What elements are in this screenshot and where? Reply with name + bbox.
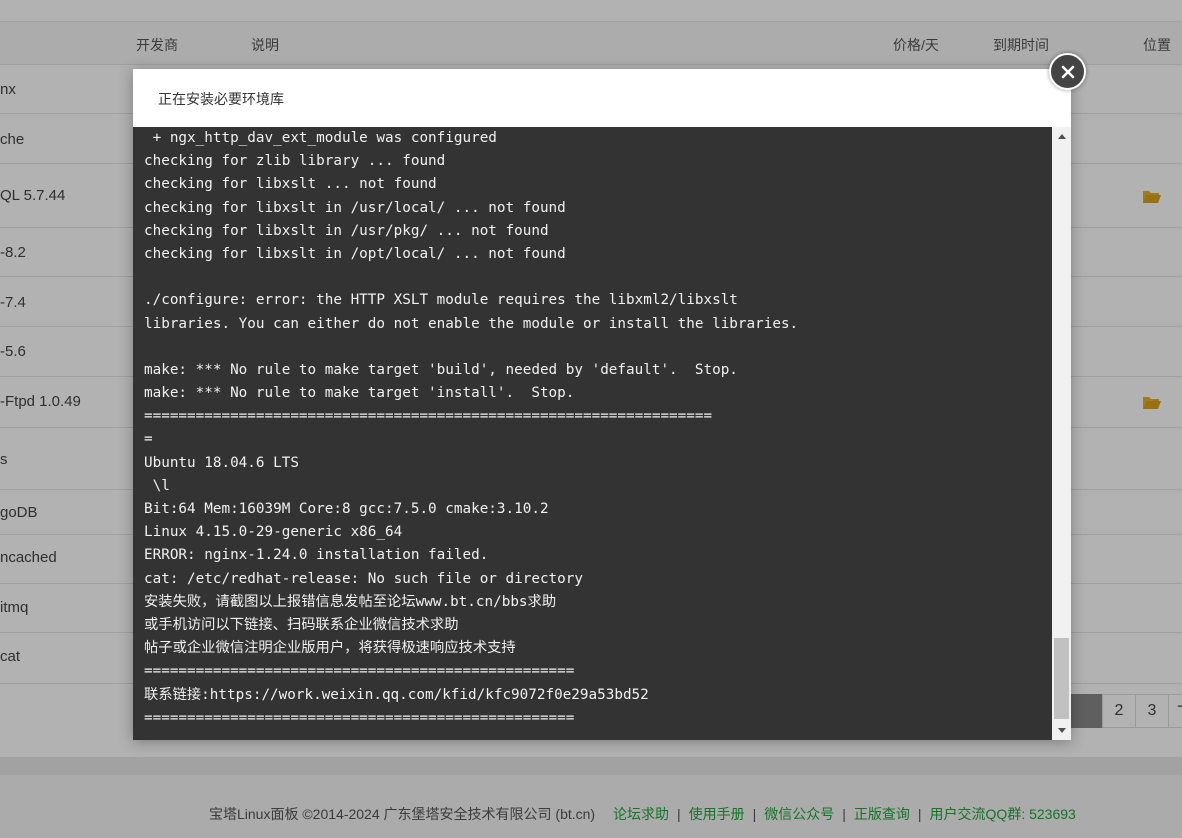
log-line: cat: /etc/redhat-release: No such file o… — [144, 570, 583, 587]
scroll-down-arrow-icon[interactable] — [1052, 721, 1071, 740]
log-line: make: *** No rule to make target 'build'… — [144, 361, 738, 378]
scrollbar-thumb[interactable] — [1054, 638, 1069, 719]
log-line: ========================================… — [144, 408, 713, 425]
log-line: 帖子或企业微信注明企业版用户，将获得极速响应技术支持 — [144, 640, 516, 657]
log-line: 安装失败，请截图以上报错信息发帖至论坛www.bt.cn/bbs求助 — [144, 593, 557, 610]
log-line: ./configure: error: the HTTP XSLT module… — [144, 292, 738, 309]
log-line: + ngx_http_dav_ext_module was configured — [144, 130, 497, 146]
log-line: = — [144, 431, 153, 448]
log-line: make: *** No rule to make target 'instal… — [144, 385, 575, 402]
log-scrollbar[interactable] — [1052, 127, 1071, 740]
log-line: Bit:64 Mem:16039M Core:8 gcc:7.5.0 cmake… — [144, 501, 549, 517]
log-line: checking for libxslt in /opt/local/ ... … — [144, 245, 566, 262]
close-icon — [1061, 65, 1074, 78]
scroll-up-arrow-icon[interactable] — [1052, 127, 1071, 146]
log-line: Linux 4.15.0-29-generic x86_64 — [144, 524, 403, 541]
log-line: checking for libxslt in /usr/local/ ... … — [144, 199, 566, 216]
close-dialog-button[interactable] — [1049, 53, 1086, 90]
log-line: \l — [144, 477, 170, 494]
install-log-terminal[interactable]: + ngx_http_dav_ext_module was configured… — [133, 127, 1071, 740]
log-line: checking for libxslt in /usr/pkg/ ... no… — [144, 222, 549, 239]
log-line: 或手机访问以下链接、扫码联系企业微信技术求助 — [144, 616, 459, 633]
log-line: ========================================… — [144, 709, 575, 726]
log-lines: + ngx_http_dav_ext_module was configured… — [144, 127, 1049, 730]
log-line: Ubuntu 18.04.6 LTS — [144, 454, 299, 471]
log-line: checking for libxslt ... not found — [144, 176, 437, 193]
log-line: 联系链接:https://work.weixin.qq.com/kfid/kfc… — [144, 686, 649, 703]
log-line: libraries. You can either do not enable … — [144, 315, 799, 332]
log-line: ========================================… — [144, 663, 575, 680]
log-line: checking for zlib library ... found — [144, 153, 446, 170]
install-dialog: 正在安装必要环境库 + ngx_http_dav_ext_module was … — [133, 69, 1071, 740]
dialog-title: 正在安装必要环境库 — [133, 69, 1071, 127]
log-line: ERROR: nginx-1.24.0 installation failed. — [144, 547, 489, 564]
